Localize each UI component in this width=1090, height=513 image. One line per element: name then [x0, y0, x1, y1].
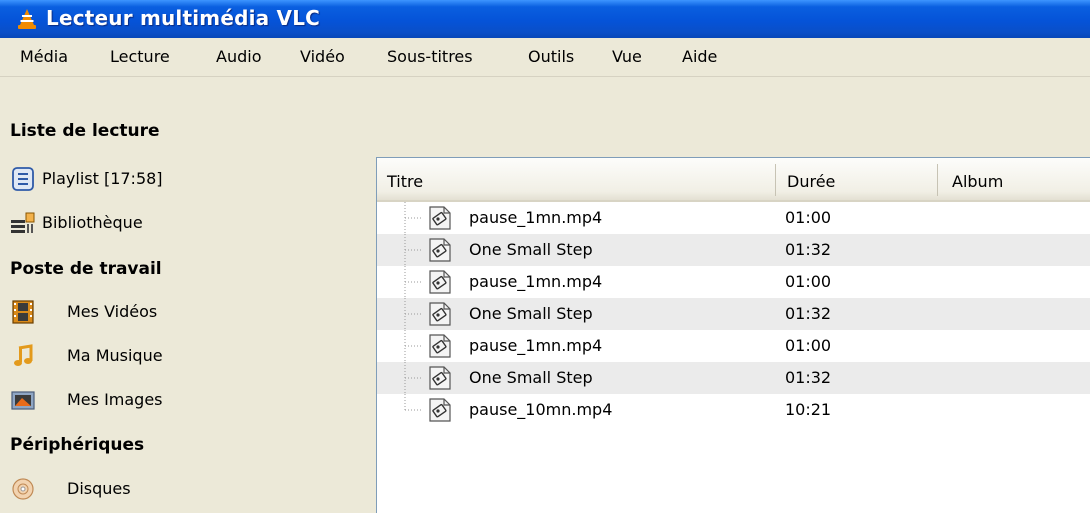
table-row[interactable]: pause_1mn.mp4 01:00 — [377, 266, 1090, 298]
tree-connector — [404, 330, 423, 362]
vlc-cone-icon — [18, 9, 36, 29]
track-title: pause_1mn.mp4 — [469, 208, 603, 227]
sidebar-item-label: Mes Images — [67, 390, 163, 409]
column-header-titre[interactable]: Titre — [387, 172, 423, 191]
sidebar-item-label: Playlist [17:58] — [42, 169, 163, 188]
music-note-icon — [14, 344, 33, 366]
menu-lecture[interactable]: Lecture — [110, 47, 170, 66]
table-row[interactable]: pause_1mn.mp4 01:00 — [377, 202, 1090, 234]
section-header-poste: Poste de travail — [10, 259, 162, 279]
media-file-icon — [429, 270, 451, 294]
menu-vue[interactable]: Vue — [612, 47, 642, 66]
table-row[interactable]: One Small Step 01:32 — [377, 234, 1090, 266]
tree-connector — [404, 394, 423, 411]
table-row[interactable]: One Small Step 01:32 — [377, 362, 1090, 394]
column-divider[interactable] — [937, 164, 938, 196]
media-file-icon — [429, 366, 451, 390]
picture-icon — [11, 391, 35, 410]
tree-connector — [404, 234, 423, 266]
track-duration: 01:00 — [785, 336, 832, 355]
section-header-peripheriques: Périphériques — [10, 435, 145, 455]
sidebar-item-label: Mes Vidéos — [67, 302, 158, 321]
tree-connector — [404, 362, 423, 394]
column-header-bar: Titre Durée Album — [377, 158, 1090, 202]
track-duration: 01:32 — [785, 304, 832, 323]
media-file-icon — [429, 238, 451, 262]
media-file-icon — [429, 302, 451, 326]
window-title: Lecteur multimédia VLC — [46, 6, 321, 30]
tree-connector — [404, 266, 423, 298]
column-header-album[interactable]: Album — [952, 172, 1003, 191]
sidebar: Liste de lecture Playlist [17:58] Biblio… — [0, 77, 376, 513]
track-title: pause_1mn.mp4 — [469, 272, 603, 291]
track-title: One Small Step — [469, 240, 593, 259]
menu-audio[interactable]: Audio — [216, 47, 261, 66]
film-icon — [12, 300, 34, 324]
library-icon — [11, 212, 35, 233]
media-file-icon — [429, 206, 451, 230]
media-file-icon — [429, 398, 451, 422]
track-duration: 10:21 — [785, 400, 832, 419]
sidebar-item-label: Bibliothèque — [42, 213, 143, 232]
track-title: pause_10mn.mp4 — [469, 400, 613, 419]
menu-bar: Média Lecture Audio Vidéo Sous-titres Ou… — [0, 38, 1090, 77]
track-duration: 01:32 — [785, 368, 832, 387]
track-duration: 01:00 — [785, 272, 832, 291]
column-divider[interactable] — [775, 164, 776, 196]
track-title: pause_1mn.mp4 — [469, 336, 603, 355]
track-title: One Small Step — [469, 368, 593, 387]
disc-icon — [12, 478, 34, 500]
track-duration: 01:32 — [785, 240, 832, 259]
title-bar[interactable]: Lecteur multimédia VLC — [0, 0, 1090, 38]
playlist-panel: Titre Durée Album pause_1mn.mp4 01:00 One … — [376, 157, 1090, 513]
section-header-liste: Liste de lecture — [10, 121, 160, 141]
column-header-duree[interactable]: Durée — [787, 172, 835, 191]
menu-media[interactable]: Média — [20, 47, 68, 66]
tree-connector — [404, 202, 423, 234]
track-title: One Small Step — [469, 304, 593, 323]
media-file-icon — [429, 334, 451, 358]
table-row[interactable]: pause_1mn.mp4 01:00 — [377, 330, 1090, 362]
track-duration: 01:00 — [785, 208, 832, 227]
menu-aide[interactable]: Aide — [682, 47, 717, 66]
menu-outils[interactable]: Outils — [528, 47, 574, 66]
tree-connector — [404, 298, 423, 330]
sidebar-item-label: Ma Musique — [67, 346, 163, 365]
playlist-icon — [12, 167, 34, 191]
menu-video[interactable]: Vidéo — [300, 47, 345, 66]
menu-sous-titres[interactable]: Sous-titres — [387, 47, 473, 66]
sidebar-item-label: Disques — [67, 479, 131, 498]
table-row[interactable]: pause_10mn.mp4 10:21 — [377, 394, 1090, 426]
table-row[interactable]: One Small Step 01:32 — [377, 298, 1090, 330]
